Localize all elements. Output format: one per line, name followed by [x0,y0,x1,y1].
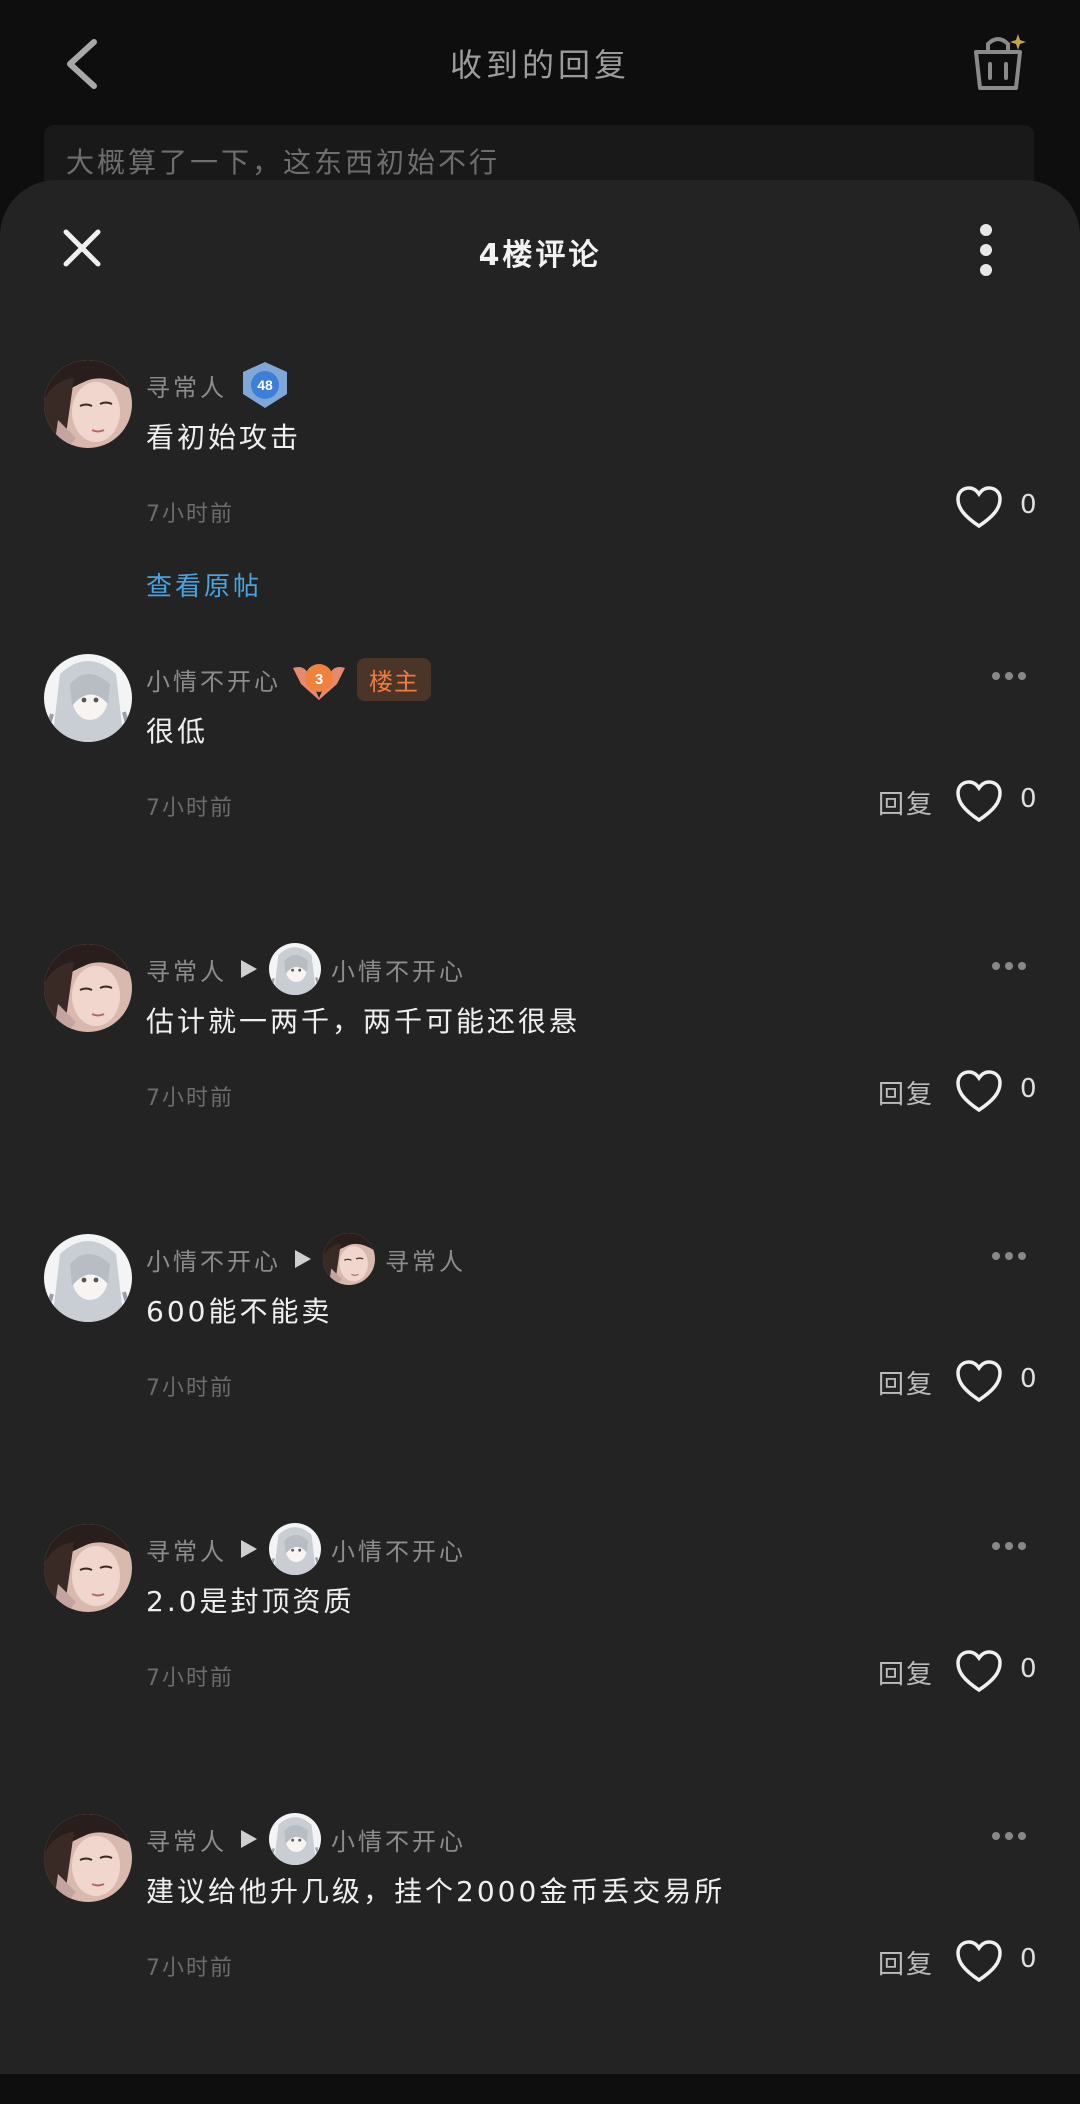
sheet-title: 4楼评论 [478,238,602,273]
reply-button[interactable]: 回复 [878,1944,934,1981]
comment-item: 小情不开心 寻常人 600能不能卖 7小时前 回复 0 [0,1234,1080,1524]
reply-to-avatar[interactable] [269,1523,321,1575]
reply-to-avatar[interactable] [269,943,321,995]
reply-arrow-icon [295,1250,311,1268]
avatar[interactable] [44,360,132,448]
like-count: 0 [1020,1364,1037,1394]
comment-item: 小情不开心 3 楼主 很低 7小时前 回复 0 [0,654,1080,944]
like-count: 0 [1020,490,1037,520]
reply-button[interactable]: 回复 [878,1074,934,1111]
comment-text: 建议给他升几级，挂个2000金币丢交易所 [146,1875,726,1908]
avatar[interactable] [44,1524,132,1612]
name-row: 寻常人 小情不开心 [146,946,466,992]
name-row: 寻常人 小情不开心 [146,1526,466,1572]
comment-text: 估计就一两千，两千可能还很悬 [146,1005,581,1038]
more-horizontal-icon[interactable] [990,670,1028,682]
like-count: 0 [1020,1074,1037,1104]
owner-tag: 楼主 [357,657,431,701]
name-row: 寻常人 小情不开心 [146,1816,466,1862]
avatar[interactable] [44,654,132,742]
view-original-link[interactable]: 查看原帖 [146,566,262,603]
comment-time: 7小时前 [146,1086,234,1111]
reply-to-avatar[interactable] [323,1233,375,1285]
reply-button[interactable]: 回复 [878,784,934,821]
reply-button[interactable]: 回复 [878,1654,934,1691]
comment-text: 2.0是封顶资质 [146,1585,355,1618]
username[interactable]: 寻常人 [146,1822,227,1857]
reply-to-username[interactable]: 小情不开心 [331,952,466,987]
comment-item: 寻常人 小情不开心 估计就一两千，两千可能还很悬 7小时前 回复 0 [0,944,1080,1234]
username[interactable]: 小情不开心 [146,662,281,697]
more-horizontal-icon[interactable] [990,1540,1028,1552]
level-badge-icon: 3 [293,664,345,700]
like-count: 0 [1020,784,1037,814]
level-number: 48 [257,377,273,393]
name-row: 寻常人 48 [146,362,293,408]
avatar[interactable] [44,1234,132,1322]
comment-item: 寻常人 小情不开心 2.0是封顶资质 7小时前 回复 0 [0,1524,1080,1814]
heart-icon[interactable] [956,1940,1002,1984]
comment-time: 7小时前 [146,502,234,527]
reply-to-username[interactable]: 小情不开心 [331,1822,466,1857]
heart-icon[interactable] [956,780,1002,824]
username[interactable]: 寻常人 [146,952,227,987]
reply-to-username[interactable]: 小情不开心 [331,1532,466,1567]
page-title: 收到的回复 [449,46,630,84]
comment-sheet: 4楼评论 寻常人 48 看初始攻击 7小时前 0 查看原帖 小情不开心 3 楼主… [0,180,1080,2074]
heart-icon[interactable] [956,1360,1002,1404]
username[interactable]: 寻常人 [146,368,227,403]
more-horizontal-icon[interactable] [990,960,1028,972]
comment-text: 600能不能卖 [146,1295,333,1328]
username[interactable]: 寻常人 [146,1532,227,1567]
comment-item: 寻常人 48 看初始攻击 7小时前 0 查看原帖 [0,360,1080,650]
comment-time: 7小时前 [146,1376,234,1401]
comment-text: 看初始攻击 [146,421,302,454]
comment-time: 7小时前 [146,1956,234,1981]
heart-icon[interactable] [956,486,1002,530]
heart-icon[interactable] [956,1070,1002,1114]
reply-arrow-icon [241,960,257,978]
like-count: 0 [1020,1944,1037,1974]
reply-to-avatar[interactable] [269,1813,321,1865]
name-row: 小情不开心 寻常人 [146,1236,466,1282]
username[interactable]: 小情不开心 [146,1242,281,1277]
comment-time: 7小时前 [146,1666,234,1691]
more-horizontal-icon[interactable] [990,1250,1028,1262]
avatar[interactable] [44,944,132,1032]
reply-arrow-icon [241,1830,257,1848]
heart-icon[interactable] [956,1650,1002,1694]
reply-button[interactable]: 回复 [878,1364,934,1401]
avatar[interactable] [44,1814,132,1902]
level-badge-icon: 48 [243,362,287,408]
comment-item: 寻常人 小情不开心 建议给他升几级，挂个2000金币丢交易所 7小时前 回复 0 [0,1814,1080,2104]
name-row: 小情不开心 3 楼主 [146,656,431,702]
comment-time: 7小时前 [146,796,234,821]
basket-icon[interactable] [968,30,1028,94]
reply-to-username[interactable]: 寻常人 [385,1242,466,1277]
more-horizontal-icon[interactable] [990,1830,1028,1842]
more-vertical-icon[interactable] [974,222,998,278]
like-count: 0 [1020,1654,1037,1684]
top-bar: 收到的回复 [0,0,1080,130]
reply-arrow-icon [241,1540,257,1558]
level-number: 3 [315,671,323,688]
comment-text: 很低 [146,715,209,748]
